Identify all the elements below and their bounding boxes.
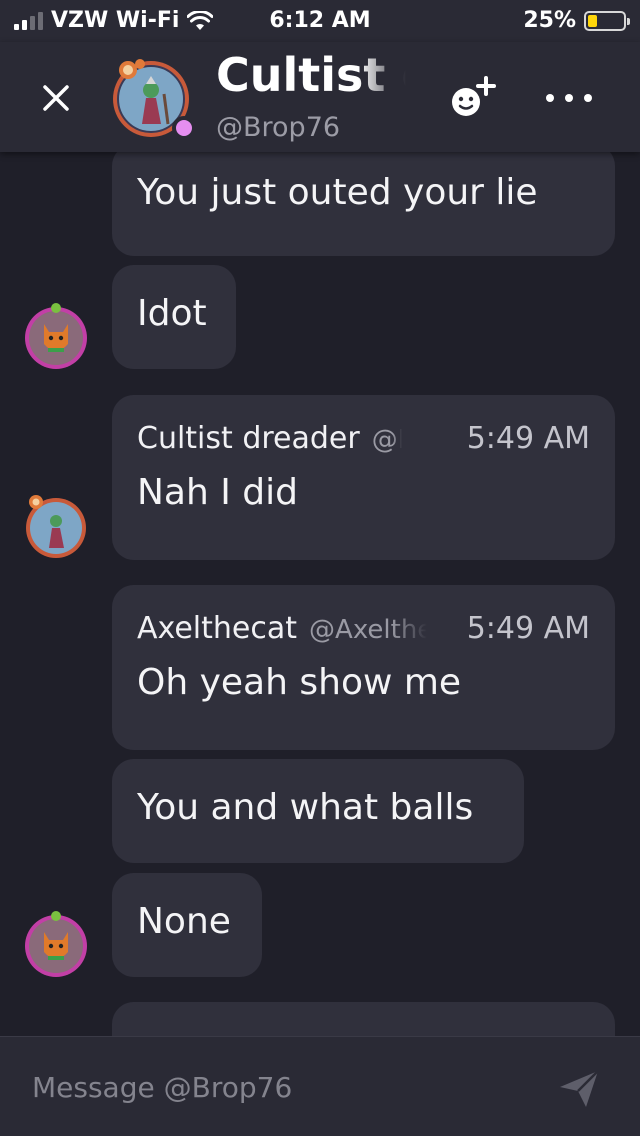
message-input[interactable] <box>32 1063 532 1111</box>
message-handle: @Brop76 <box>371 425 402 455</box>
online-status-dot <box>172 116 196 140</box>
avatar[interactable] <box>22 492 90 560</box>
chat-header: Cultist dreader @Brop76 <box>0 42 640 152</box>
message-bubble[interactable]: You and what balls <box>112 759 524 863</box>
message-list[interactable]: You just outed your lie Idot Cultist dre… <box>0 152 640 1036</box>
add-reaction-icon[interactable] <box>444 70 500 126</box>
message-bubble[interactable]: You just outed your lie <box>112 152 615 256</box>
battery-icon <box>584 10 630 31</box>
close-icon <box>43 85 69 111</box>
battery-fill <box>588 14 597 27</box>
message-time: 5:49 AM <box>466 611 590 646</box>
message-bubble[interactable]: Idot <box>112 265 236 369</box>
contact-handle: @Brop76 <box>216 112 341 143</box>
avatar[interactable] <box>22 302 90 370</box>
contact-name: Cultist dreader <box>216 48 406 102</box>
message-bubble[interactable]: Cultist dreader @Brop76 5:49 AM Nah I di… <box>112 395 615 560</box>
message-text: You just outed your lie <box>137 172 538 213</box>
message-time: 5:49 AM <box>466 421 590 456</box>
status-bar: VZW Wi-Fi 6:12 AM 25% <box>0 0 640 42</box>
message-header: Axelthecat @Axelthecat 5:49 AM <box>137 611 590 646</box>
more-icon[interactable] <box>546 78 592 118</box>
avatar[interactable] <box>22 910 90 978</box>
message-handle: @Axelthecat <box>309 615 428 645</box>
message-author[interactable]: Cultist dreader <box>137 421 360 456</box>
message-bubble-partial[interactable] <box>112 1002 615 1036</box>
message-bubble[interactable]: None <box>112 873 262 977</box>
battery-percent: 25% <box>523 8 576 33</box>
message-text: Idot <box>137 293 207 334</box>
message-bubble[interactable]: Axelthecat @Axelthecat 5:49 AM Oh yeah s… <box>112 585 615 750</box>
message-text: None <box>137 901 231 942</box>
message-text: Nah I did <box>137 472 299 513</box>
message-text: You and what balls <box>137 787 474 828</box>
status-right: 25% <box>523 8 630 33</box>
message-header: Cultist dreader @Brop76 5:49 AM <box>137 421 590 456</box>
send-icon[interactable] <box>556 1065 602 1111</box>
composer-bar <box>0 1036 640 1136</box>
message-text: Oh yeah show me <box>137 662 462 703</box>
chat-screen: VZW Wi-Fi 6:12 AM 25% Cultist @Brop76 Yo… <box>0 0 640 1136</box>
message-author[interactable]: Axelthecat <box>137 611 297 646</box>
close-button[interactable] <box>34 76 78 120</box>
